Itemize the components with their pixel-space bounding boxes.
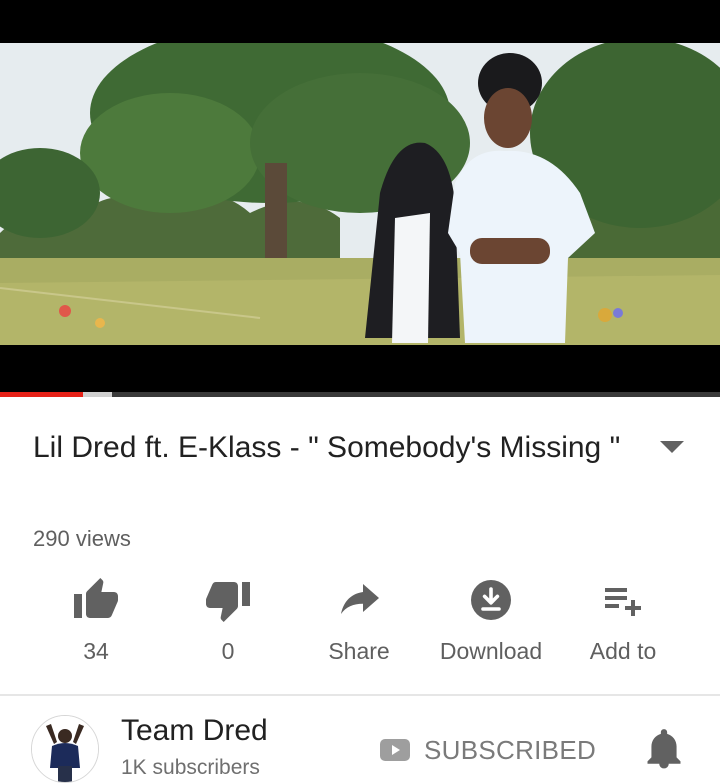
channel-avatar[interactable] — [31, 715, 99, 783]
youtube-play-icon — [380, 739, 410, 761]
download-icon — [471, 580, 511, 620]
download-label: Download — [439, 638, 543, 664]
progress-played — [0, 392, 83, 397]
like-button[interactable]: 34 — [31, 572, 161, 682]
dislike-button[interactable]: 0 — [163, 572, 293, 682]
expand-description-button[interactable] — [652, 434, 692, 460]
progress-bar[interactable] — [0, 392, 720, 397]
section-divider — [0, 694, 720, 696]
video-player[interactable] — [0, 0, 720, 392]
download-button[interactable]: Download — [426, 572, 556, 682]
thumbs-up-icon — [74, 578, 118, 618]
subscribe-button[interactable]: SUBSCRIBED — [380, 728, 596, 772]
bell-icon — [647, 729, 681, 769]
subscriber-count: 1K subscribers — [121, 756, 260, 779]
share-arrow-icon — [341, 584, 379, 614]
video-thumbnail-scene — [0, 43, 720, 345]
like-count: 34 — [83, 638, 109, 664]
video-frame[interactable] — [0, 43, 720, 345]
subscribe-label: SUBSCRIBED — [424, 734, 597, 765]
video-title: Lil Dred ft. E-Klass - " Somebody's Miss… — [33, 431, 621, 464]
view-count: 290 views — [33, 526, 131, 551]
avatar-image — [32, 716, 98, 782]
channel-name[interactable]: Team Dred — [121, 714, 268, 748]
add-to-label: Add to — [589, 638, 657, 664]
playlist-add-icon — [605, 588, 641, 616]
chevron-down-icon — [660, 441, 684, 453]
share-label: Share — [328, 638, 390, 664]
notifications-button[interactable] — [645, 726, 683, 770]
dislike-count: 0 — [221, 638, 235, 664]
share-button[interactable]: Share — [294, 572, 424, 682]
thumbs-down-icon — [206, 582, 250, 622]
action-bar: 34 0 Share Download Add to — [0, 572, 720, 682]
add-to-playlist-button[interactable]: Add to — [558, 572, 688, 682]
